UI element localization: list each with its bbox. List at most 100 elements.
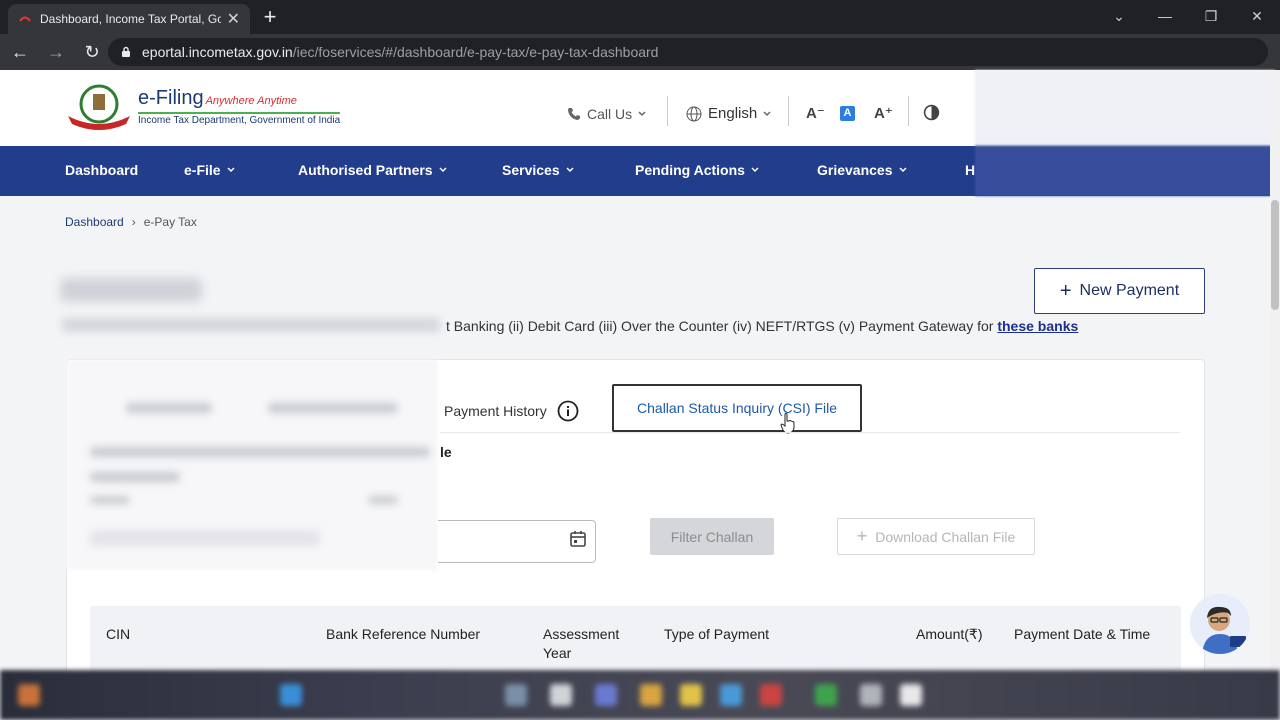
- chevron-down-icon: [751, 167, 759, 173]
- taskbar-app-icon[interactable]: [860, 684, 882, 706]
- plus-icon: +: [856, 526, 868, 546]
- breadcrumb: Dashboard › e-Pay Tax: [65, 215, 197, 229]
- nav-services[interactable]: Services: [502, 162, 574, 178]
- hand-cursor-icon: [780, 412, 795, 434]
- chevron-down-icon: [227, 167, 235, 173]
- phone-icon: [568, 108, 580, 120]
- efiling-logo[interactable]: e-Filing Anywhere Anytime Income Tax Depa…: [66, 82, 341, 130]
- header-divider: [908, 96, 909, 126]
- description-text: t Banking (ii) Debit Card (iii) Over the…: [446, 318, 998, 334]
- these-banks-link[interactable]: these banks: [997, 318, 1078, 334]
- calendar-icon[interactable]: [568, 529, 588, 549]
- payment-history-label: Payment History: [444, 403, 547, 419]
- browser-tab[interactable]: Dashboard, Income Tax Portal, Go ✕: [8, 4, 250, 34]
- new-tab-button[interactable]: +: [258, 4, 282, 30]
- column-header-payment-date-time: Payment Date & Time: [1014, 626, 1151, 642]
- back-arrow-icon[interactable]: ←: [4, 36, 36, 68]
- blurred-tab: [126, 403, 212, 413]
- taskbar-app-icon[interactable]: [280, 684, 302, 706]
- lock-icon: [122, 46, 130, 57]
- taskbar-app-icon[interactable]: [640, 684, 662, 706]
- browser-tab-bar: Dashboard, Income Tax Portal, Go ✕ + ⌄ —…: [0, 0, 1280, 34]
- taskbar-app-icon[interactable]: [505, 684, 527, 706]
- window-close-button[interactable]: ✕: [1234, 0, 1280, 32]
- chatbot-avatar[interactable]: [1190, 594, 1250, 654]
- blurred-profile-area: [975, 70, 1275, 196]
- tab-search-icon[interactable]: ⌄: [1096, 0, 1142, 32]
- page-scrollbar[interactable]: [1270, 70, 1280, 720]
- minimize-button[interactable]: —: [1142, 0, 1188, 32]
- new-payment-label: New Payment: [1079, 282, 1180, 299]
- plus-icon: +: [1059, 279, 1072, 302]
- taskbar-app-icon[interactable]: [900, 684, 922, 706]
- nav-pending-actions[interactable]: Pending Actions: [635, 162, 759, 178]
- font-decrease-button[interactable]: A⁻: [806, 104, 825, 122]
- nav-grievances-label: Grievances: [817, 162, 893, 178]
- payment-modes-description: t Banking (ii) Debit Card (iii) Over the…: [446, 318, 1078, 334]
- taskbar-app-icon[interactable]: [720, 684, 742, 706]
- taskbar-app-icon[interactable]: [680, 684, 702, 706]
- chevron-down-icon: [439, 167, 447, 173]
- call-us-label: Call Us: [587, 106, 633, 122]
- partial-section-label: le: [440, 444, 452, 460]
- download-challan-file-button[interactable]: + Download Challan File: [837, 518, 1035, 555]
- blurred-description: [62, 318, 440, 332]
- tab-close-icon[interactable]: ✕: [227, 9, 240, 29]
- url-path: /iec/foservices/#/dashboard/e-pay-tax/e-…: [292, 44, 659, 60]
- tab-csi-file[interactable]: Challan Status Inquiry (CSI) File: [612, 384, 862, 432]
- new-payment-button[interactable]: + New Payment: [1034, 268, 1205, 314]
- emblem-icon: [68, 84, 130, 130]
- taskbar-app-icon[interactable]: [760, 684, 782, 706]
- forward-arrow-icon[interactable]: →: [40, 36, 72, 68]
- contrast-icon[interactable]: [923, 104, 940, 121]
- nav-help-label: H: [965, 162, 976, 178]
- breadcrumb-separator: ›: [131, 215, 136, 229]
- brand-subtitle: Income Tax Department, Government of Ind…: [138, 111, 341, 126]
- scrollbar-thumb[interactable]: [1271, 200, 1279, 310]
- nav-dashboard[interactable]: Dashboard: [65, 162, 138, 178]
- taskbar-app-icon[interactable]: [815, 684, 837, 706]
- blurred-text: [90, 447, 430, 457]
- font-increase-button[interactable]: A⁺: [874, 104, 893, 122]
- download-challan-file-label: Download Challan File: [875, 528, 1016, 545]
- language-label: English: [708, 105, 758, 122]
- header-divider: [788, 96, 789, 126]
- blurred-page-title: [60, 278, 202, 302]
- nav-efile[interactable]: e-File: [184, 162, 235, 178]
- tab-payment-history[interactable]: Payment History: [444, 400, 579, 422]
- chevron-down-icon: [763, 110, 771, 116]
- taskbar-app-icon[interactable]: [550, 684, 572, 706]
- assistant-avatar-icon: [1190, 594, 1250, 654]
- language-select[interactable]: English: [686, 105, 771, 122]
- blurred-label: [90, 496, 130, 504]
- reload-icon[interactable]: ↻: [76, 36, 108, 68]
- column-header-bank-reference-number: Bank Reference Number: [326, 626, 481, 642]
- chevron-down-icon: [898, 167, 907, 173]
- address-bar[interactable]: eportal.incometax.gov.in/iec/foservices/…: [108, 38, 1268, 66]
- nav-grievances[interactable]: Grievances: [817, 162, 907, 178]
- nav-efile-label: e-File: [184, 162, 221, 178]
- nav-authorised-partners[interactable]: Authorised Partners: [298, 162, 447, 178]
- taskbar-app-icon[interactable]: [595, 684, 617, 706]
- filter-challan-button[interactable]: Filter Challan: [650, 518, 774, 555]
- blurred-tab: [268, 403, 398, 413]
- info-icon[interactable]: [557, 400, 579, 422]
- nav-authorised-partners-label: Authorised Partners: [298, 162, 433, 178]
- nav-help[interactable]: H: [965, 162, 975, 178]
- url-host: eportal.incometax.gov.in: [142, 44, 293, 60]
- brand-tagline: Anywhere Anytime: [205, 94, 297, 107]
- restore-button[interactable]: ❐: [1188, 0, 1234, 32]
- blurred-text: [90, 472, 180, 482]
- breadcrumb-dashboard-link[interactable]: Dashboard: [65, 215, 124, 229]
- font-normal-button[interactable]: A: [840, 106, 855, 121]
- blurred-input: [90, 530, 320, 546]
- tabs-divider: [440, 432, 1180, 433]
- call-us-menu[interactable]: Call Us: [567, 106, 646, 122]
- nav-pending-actions-label: Pending Actions: [635, 162, 745, 178]
- browser-tab-title: Dashboard, Income Tax Portal, Go: [40, 12, 221, 26]
- header-divider: [667, 96, 668, 126]
- column-header-amount: Amount(₹): [916, 626, 983, 642]
- chevron-down-icon: [566, 167, 574, 173]
- taskbar-app-icon[interactable]: [18, 684, 40, 706]
- nav-services-label: Services: [502, 162, 560, 178]
